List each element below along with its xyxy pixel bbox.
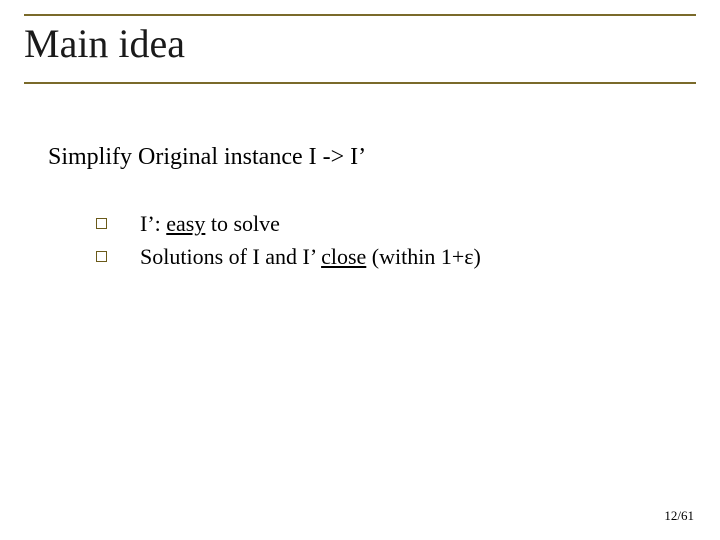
slide-body: Simplify Original instance I -> I’ I’: e…: [24, 144, 696, 273]
list-item: Solutions of I and I’ close (within 1+ε): [96, 240, 696, 273]
list-item: I’: easy to solve: [96, 207, 696, 240]
bullet-list: I’: easy to solve Solutions of I and I’ …: [48, 207, 696, 273]
bullet-suffix: (within 1+ε): [366, 244, 481, 269]
bullet-prefix: I’:: [140, 211, 166, 236]
slide: Main idea Simplify Original instance I -…: [0, 0, 720, 540]
bullet-underlined: close: [321, 244, 366, 269]
slide-title: Main idea: [24, 22, 696, 66]
page-number: 12/61: [664, 508, 694, 524]
subtitle: Simplify Original instance I -> I’: [48, 144, 696, 171]
title-block: Main idea: [24, 14, 696, 84]
bullet-suffix: to solve: [205, 211, 280, 236]
bullet-underlined: easy: [166, 211, 205, 236]
bullet-prefix: Solutions of I and I’: [140, 244, 321, 269]
